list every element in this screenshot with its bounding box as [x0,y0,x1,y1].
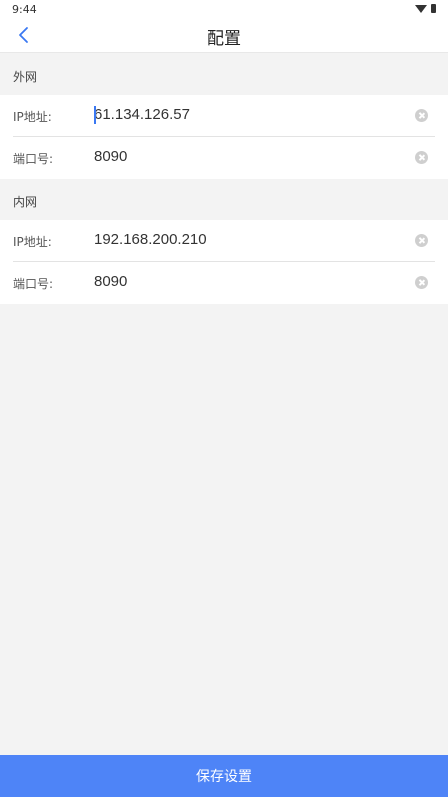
clear-icon[interactable] [415,234,428,247]
nav-bar: 配置 [0,18,448,53]
status-icons [415,4,436,13]
external-ip-row[interactable]: IP地址: 61.134.126.57 [0,95,448,137]
internal-port-label: 端口号: [13,277,54,291]
section-title-internal: 内网 [13,195,38,209]
clear-icon[interactable] [415,109,428,122]
battery-icon [431,4,436,13]
internal-port-row[interactable]: 端口号: 8090 [0,262,448,304]
clear-icon[interactable] [415,276,428,289]
external-ip-label: IP地址: [13,110,52,124]
status-bar: 9:44 [0,0,448,18]
section-title-external: 外网 [13,70,38,84]
text-cursor [94,106,96,124]
external-port-row[interactable]: 端口号: 8090 [0,137,448,179]
status-time: 9:44 [12,3,37,16]
page-title: 配置 [207,29,241,49]
internal-ip-row[interactable]: IP地址: 192.168.200.210 [0,220,448,262]
save-settings-button[interactable]: 保存设置 [0,755,448,797]
external-ip-input[interactable]: 61.134.126.57 [94,106,190,123]
internal-ip-input[interactable]: 192.168.200.210 [94,231,207,248]
internal-ip-label: IP地址: [13,235,52,249]
internal-port-input[interactable]: 8090 [94,273,127,290]
clear-icon[interactable] [415,151,428,164]
wifi-icon [415,4,427,13]
external-port-label: 端口号: [13,152,54,166]
external-port-input[interactable]: 8090 [94,148,127,165]
